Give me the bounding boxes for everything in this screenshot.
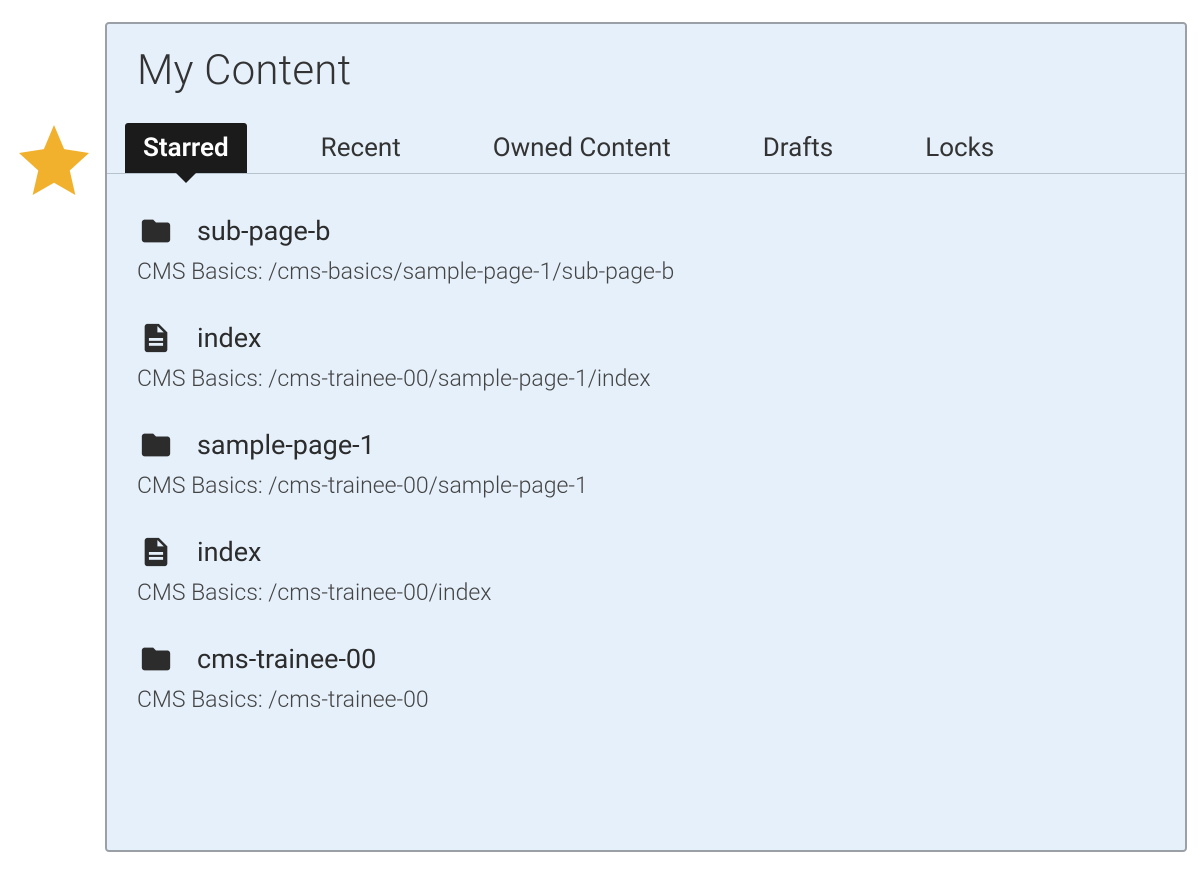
item-path: CMS Basics: /cms-trainee-00 — [137, 686, 1155, 713]
item-title: index — [197, 322, 261, 354]
item-title: sample-page-1 — [197, 429, 375, 461]
item-path: CMS Basics: /cms-trainee-00/index — [137, 579, 1155, 606]
tab-starred[interactable]: Starred — [125, 123, 247, 173]
folder-icon — [137, 212, 175, 250]
tab-recent[interactable]: Recent — [303, 123, 419, 173]
file-icon — [137, 533, 175, 571]
list-item[interactable]: index CMS Basics: /cms-trainee-00/index — [137, 523, 1155, 630]
item-title: index — [197, 536, 261, 568]
list-item[interactable]: sub-page-b CMS Basics: /cms-basics/sampl… — [137, 202, 1155, 309]
starred-content-list: sub-page-b CMS Basics: /cms-basics/sampl… — [107, 174, 1185, 737]
tab-owned-content[interactable]: Owned Content — [475, 123, 689, 173]
list-item[interactable]: sample-page-1 CMS Basics: /cms-trainee-0… — [137, 416, 1155, 523]
item-title: sub-page-b — [197, 215, 330, 247]
tab-drafts[interactable]: Drafts — [745, 123, 851, 173]
list-item[interactable]: index CMS Basics: /cms-trainee-00/sample… — [137, 309, 1155, 416]
page-title: My Content — [107, 24, 1185, 123]
folder-icon — [137, 640, 175, 678]
item-path: CMS Basics: /cms-trainee-00/sample-page-… — [137, 365, 1155, 392]
my-content-panel: My Content Starred Recent Owned Content … — [105, 22, 1187, 852]
item-path: CMS Basics: /cms-trainee-00/sample-page-… — [137, 472, 1155, 499]
item-path: CMS Basics: /cms-basics/sample-page-1/su… — [137, 258, 1155, 285]
tab-locks[interactable]: Locks — [907, 123, 1012, 173]
list-item[interactable]: cms-trainee-00 CMS Basics: /cms-trainee-… — [137, 630, 1155, 737]
tabs-row: Starred Recent Owned Content Drafts Lock… — [107, 123, 1185, 174]
file-icon — [137, 319, 175, 357]
star-icon — [12, 118, 96, 202]
item-title: cms-trainee-00 — [197, 643, 376, 675]
folder-icon — [137, 426, 175, 464]
